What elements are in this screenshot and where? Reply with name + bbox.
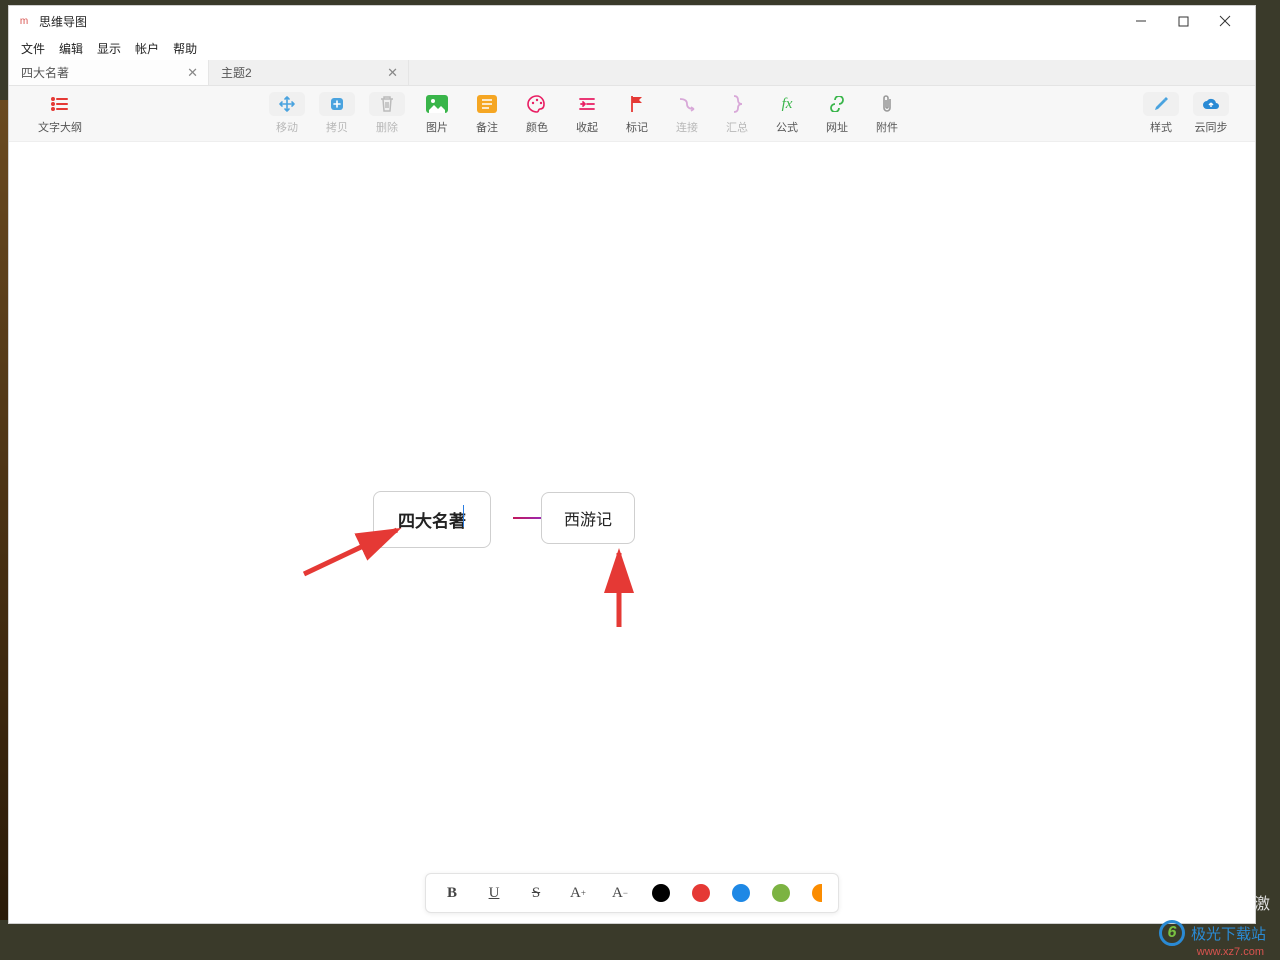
- cloud-button[interactable]: 云同步: [1191, 90, 1231, 138]
- style-button[interactable]: 样式: [1141, 90, 1181, 138]
- palette-icon: [519, 92, 555, 116]
- tool-label: 附件: [876, 119, 898, 135]
- url-button[interactable]: 网址: [817, 90, 857, 138]
- color-swatch-black[interactable]: [652, 884, 670, 902]
- formula-icon: fx: [769, 92, 805, 116]
- tool-label: 连接: [676, 119, 698, 135]
- note-button[interactable]: 备注: [467, 90, 507, 138]
- menu-view[interactable]: 显示: [97, 40, 121, 57]
- copy-icon: [319, 92, 355, 116]
- tab-0[interactable]: 四大名著 ✕: [9, 60, 209, 85]
- summary-button[interactable]: 汇总: [717, 90, 757, 138]
- outline-button[interactable]: 文字大纲: [33, 90, 87, 138]
- font-increase-button[interactable]: A+: [568, 883, 588, 903]
- tab-1[interactable]: 主题2 ✕: [209, 60, 409, 85]
- tool-label: 公式: [776, 119, 798, 135]
- paperclip-icon: [869, 92, 905, 116]
- desktop-edge: [0, 100, 8, 920]
- connect-icon: [669, 92, 705, 116]
- tool-label: 汇总: [726, 119, 748, 135]
- node-text: 西游记: [564, 512, 612, 529]
- toolbar-left: 文字大纲: [33, 90, 87, 138]
- menu-account[interactable]: 帐户: [135, 40, 159, 57]
- app-title: 思维导图: [39, 13, 1129, 30]
- watermark-logo: 6 极光下载站: [1159, 920, 1266, 946]
- child-node-1[interactable]: 西游记: [541, 492, 635, 544]
- move-button[interactable]: 移动: [267, 90, 307, 138]
- tool-label: 收起: [576, 119, 598, 135]
- link-icon: [819, 92, 855, 116]
- note-icon: [469, 92, 505, 116]
- tool-label: 网址: [826, 119, 848, 135]
- image-button[interactable]: 图片: [417, 90, 457, 138]
- text-cursor: [463, 505, 464, 527]
- copy-button[interactable]: 拷贝: [317, 90, 357, 138]
- color-swatch-green[interactable]: [772, 884, 790, 902]
- central-node[interactable]: 四大名著: [373, 491, 491, 548]
- delete-button[interactable]: 删除: [367, 90, 407, 138]
- tool-label: 标记: [626, 119, 648, 135]
- menu-bar: 文件 编辑 显示 帐户 帮助: [9, 36, 1255, 60]
- menu-help[interactable]: 帮助: [173, 40, 197, 57]
- window-controls: [1129, 9, 1247, 33]
- watermark-icon: 6: [1159, 920, 1185, 946]
- brace-icon: [719, 92, 755, 116]
- mark-button[interactable]: 标记: [617, 90, 657, 138]
- node-text: 四大名著: [398, 512, 466, 531]
- flag-icon: [619, 92, 655, 116]
- tool-label: 样式: [1150, 119, 1172, 135]
- collapse-button[interactable]: 收起: [567, 90, 607, 138]
- collapse-icon: [569, 92, 605, 116]
- format-toolbar: B U S A+ A−: [425, 873, 839, 913]
- formula-button[interactable]: fx 公式: [767, 90, 807, 138]
- tool-label: 云同步: [1195, 119, 1228, 135]
- menu-edit[interactable]: 编辑: [59, 40, 83, 57]
- tab-close-icon[interactable]: ✕: [387, 65, 398, 81]
- cloud-icon: [1193, 92, 1229, 116]
- tool-label: 图片: [426, 119, 448, 135]
- tool-label: 文字大纲: [38, 119, 82, 135]
- attach-button[interactable]: 附件: [867, 90, 907, 138]
- tool-label: 颜色: [526, 119, 548, 135]
- annotation-arrow-icon: [599, 545, 639, 635]
- toolbar-middle: 移动 拷贝 删除 图片: [267, 90, 907, 138]
- color-swatch-blue[interactable]: [732, 884, 750, 902]
- tab-close-icon[interactable]: ✕: [187, 65, 198, 81]
- watermark-brand: 极光下载站: [1191, 923, 1266, 944]
- color-button[interactable]: 颜色: [517, 90, 557, 138]
- minimize-button[interactable]: [1129, 9, 1153, 33]
- maximize-button[interactable]: [1171, 9, 1195, 33]
- link-button[interactable]: 连接: [667, 90, 707, 138]
- title-bar: m 思维导图: [9, 6, 1255, 36]
- image-icon: [419, 92, 455, 116]
- app-window: m 思维导图 文件 编辑 显示 帐户 帮助 四大名著 ✕ 主题2 ✕: [8, 5, 1256, 924]
- tab-label: 主题2: [221, 64, 252, 81]
- underline-button[interactable]: U: [484, 883, 504, 903]
- tab-bar: 四大名著 ✕ 主题2 ✕: [9, 60, 1255, 86]
- mindmap-canvas[interactable]: 四大名著 西游记 B U S A+ A−: [9, 142, 1255, 923]
- brush-icon: [1143, 92, 1179, 116]
- trash-icon: [369, 92, 405, 116]
- strikethrough-button[interactable]: S: [526, 883, 546, 903]
- tab-label: 四大名著: [21, 64, 69, 81]
- watermark-url: www.xz7.com: [1197, 946, 1264, 958]
- close-button[interactable]: [1213, 9, 1237, 33]
- tool-label: 拷贝: [326, 119, 348, 135]
- node-connector: [513, 517, 541, 519]
- tool-label: 删除: [376, 119, 398, 135]
- activate-hint: 激: [1254, 890, 1270, 914]
- toolbar-right: 样式 云同步: [1141, 90, 1231, 138]
- bold-button[interactable]: B: [442, 883, 462, 903]
- menu-file[interactable]: 文件: [21, 40, 45, 57]
- move-icon: [269, 92, 305, 116]
- toolbar: 文字大纲 移动 拷贝 删除: [9, 86, 1255, 142]
- tool-label: 移动: [276, 119, 298, 135]
- list-icon: [42, 92, 78, 116]
- color-swatch-red[interactable]: [692, 884, 710, 902]
- color-swatch-orange[interactable]: [812, 884, 822, 902]
- app-logo-icon: m: [17, 14, 31, 28]
- font-decrease-button[interactable]: A−: [610, 883, 630, 903]
- tool-label: 备注: [476, 119, 498, 135]
